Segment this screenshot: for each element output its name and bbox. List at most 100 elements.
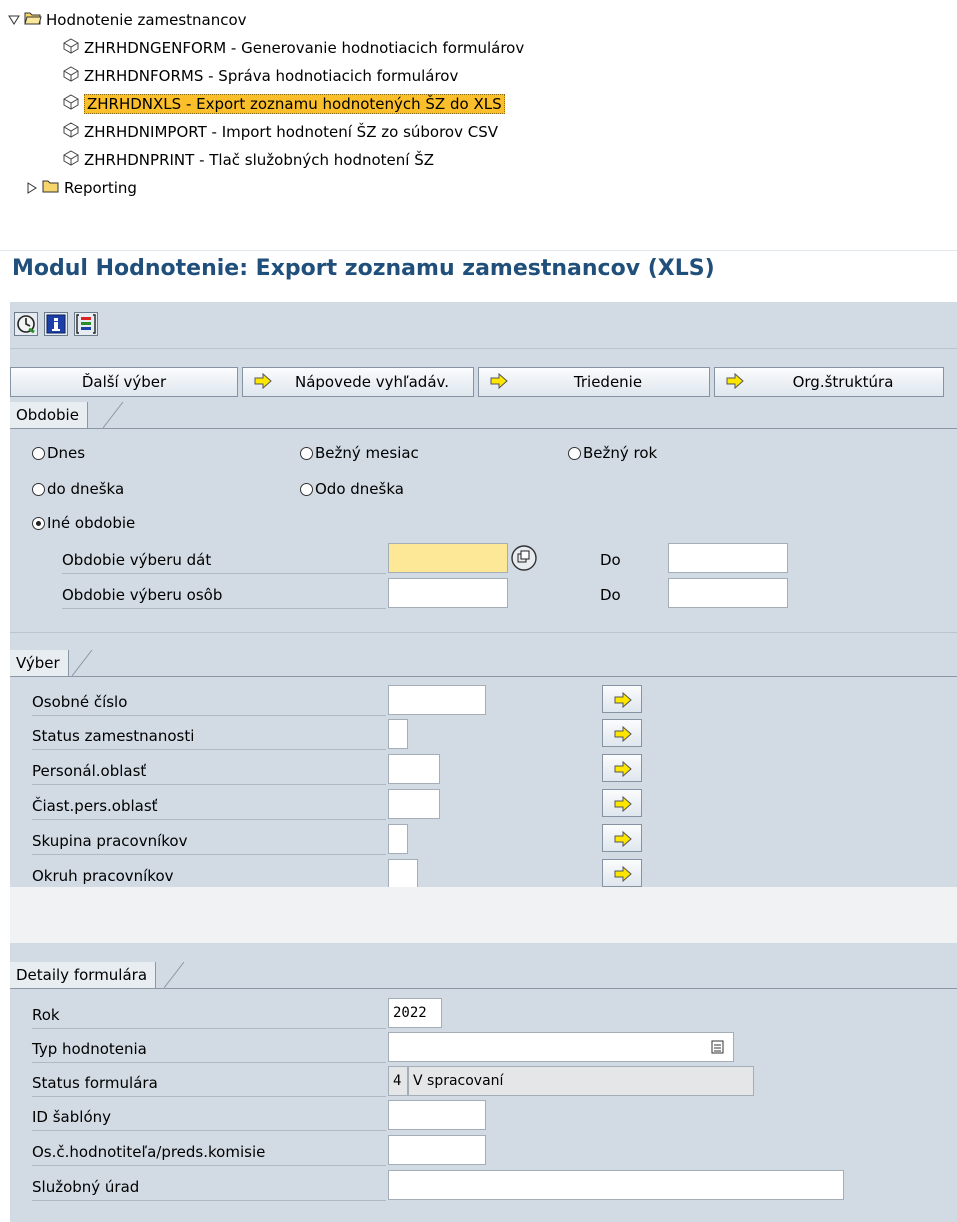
- divider: [10, 348, 957, 349]
- dropdown-list-icon[interactable]: [710, 1039, 726, 1055]
- triedenie-button[interactable]: Triedenie: [478, 367, 710, 397]
- selection-options-icon: [76, 314, 96, 334]
- multiple-selection-skupina[interactable]: [602, 824, 642, 852]
- info-button[interactable]: [44, 312, 68, 336]
- expand-closed-icon[interactable]: [26, 177, 38, 201]
- tree-next-node-partial: [0, 212, 622, 220]
- obdobie-osob-to-input[interactable]: [668, 578, 788, 608]
- radio-label: Odo dneška: [315, 480, 404, 498]
- arrow-right-icon: [614, 760, 632, 778]
- section-tab-slant: [72, 650, 93, 677]
- arrow-right-icon: [614, 830, 632, 848]
- tree-item-label: ZHRHDNXLS - Export zoznamu hodnotených Š…: [84, 94, 505, 114]
- arrow-right-icon: [489, 371, 509, 400]
- radio-label: do dneška: [47, 480, 125, 498]
- label-ciast-pers-oblast: Čiast.pers.oblasť: [32, 791, 386, 820]
- status-formulara-code: 4: [388, 1066, 408, 1096]
- label-obdobie-vyberu-osob: Obdobie výberu osôb: [62, 580, 386, 609]
- arrow-right-icon: [614, 691, 632, 709]
- tree-node-reporting[interactable]: Reporting: [26, 176, 137, 200]
- tree-item-xls[interactable]: ZHRHDNXLS - Export zoznamu hodnotených Š…: [62, 92, 505, 116]
- personal-oblast-input[interactable]: [388, 754, 440, 784]
- label-status-formulara: Status formulára: [32, 1068, 386, 1097]
- section-title-detaily: Detaily formulára: [10, 962, 157, 988]
- multiple-selection-ciast-pers-oblast[interactable]: [602, 789, 642, 817]
- arrow-right-icon: [614, 725, 632, 743]
- tree-item-forms[interactable]: ZHRHDNFORMS - Správa hodnotiacich formul…: [62, 64, 458, 88]
- tree-item-import[interactable]: ZHRHDNIMPORT - Import hodnotení ŠZ zo sú…: [62, 120, 498, 144]
- radio-do-dneska[interactable]: do dneška: [32, 477, 124, 501]
- obdobie-osob-from-input[interactable]: [388, 578, 508, 608]
- status-zamestnanosti-input[interactable]: [388, 719, 408, 749]
- ciast-pers-oblast-input[interactable]: [388, 789, 440, 819]
- radio-odo-dneska[interactable]: Odo dneška: [300, 477, 404, 501]
- divider: [10, 988, 957, 989]
- org-struktura-button[interactable]: Org.štruktúra: [714, 367, 944, 397]
- radio-label: Bežný rok: [583, 444, 658, 462]
- id-sablony-input[interactable]: [388, 1100, 486, 1130]
- multiple-selection-osobne-cislo[interactable]: [602, 685, 642, 713]
- selection-options-button[interactable]: [74, 312, 98, 336]
- radio-icon[interactable]: [300, 447, 313, 460]
- rok-input[interactable]: 2022: [388, 998, 442, 1028]
- obdobie-dat-to-input[interactable]: [668, 543, 788, 573]
- execute-button[interactable]: [14, 312, 38, 336]
- section-tab-slant: [164, 962, 185, 989]
- radio-icon[interactable]: [32, 483, 45, 496]
- hodnotitel-input[interactable]: [388, 1135, 486, 1165]
- divider: [10, 632, 957, 633]
- tree-item-genform[interactable]: ZHRHDNGENFORM - Generovanie hodnotiacich…: [62, 36, 524, 60]
- arrow-right-icon: [614, 865, 632, 883]
- tree-node-label: Hodnotenie zamestnancov: [46, 11, 247, 29]
- okruh-pracovnikov-input[interactable]: [388, 859, 418, 889]
- label-rok: Rok: [32, 1000, 386, 1029]
- label-personal-oblast: Personál.oblasť: [32, 756, 386, 785]
- execute-icon: [17, 315, 35, 334]
- status-formulara-text: V spracovaní: [408, 1066, 754, 1096]
- typ-hodnotenia-input[interactable]: [388, 1032, 734, 1062]
- label-osobne-cislo: Osobné číslo: [32, 687, 386, 716]
- transaction-icon: [62, 121, 80, 145]
- radio-icon[interactable]: [568, 447, 581, 460]
- multiple-selection-button[interactable]: [510, 544, 538, 572]
- dalsi-vyber-button[interactable]: Ďalší výber: [10, 367, 238, 397]
- multiple-selection-okruh[interactable]: [602, 859, 642, 887]
- arrow-right-icon: [614, 795, 632, 813]
- label-sluzobny-urad: Služobný úrad: [32, 1172, 386, 1201]
- tree-item-print[interactable]: ZHRHDNPRINT - Tlač služobných hodnotení …: [62, 148, 434, 172]
- arrow-right-icon: [253, 371, 273, 400]
- tree-item-label: ZHRHDNIMPORT - Import hodnotení ŠZ zo sú…: [84, 123, 499, 141]
- tree-node-label: Reporting: [64, 179, 137, 197]
- arrow-right-icon: [725, 371, 745, 400]
- radio-selected-icon[interactable]: [32, 517, 45, 530]
- skupina-pracovnikov-input[interactable]: [388, 824, 408, 854]
- label-skupina-pracovnikov: Skupina pracovníkov: [32, 826, 386, 855]
- radio-label: Iné obdobie: [47, 514, 136, 532]
- radio-bezny-rok[interactable]: Bežný rok: [568, 441, 657, 465]
- label-okruh-pracovnikov: Okruh pracovníkov: [32, 861, 386, 890]
- section-title-obdobie: Obdobie: [10, 402, 88, 428]
- tree-node-hodnotenie[interactable]: Hodnotenie zamestnancov: [8, 8, 247, 32]
- radio-icon[interactable]: [32, 447, 45, 460]
- obdobie-dat-from-input[interactable]: [388, 543, 508, 573]
- radio-bezny-mesiac[interactable]: Bežný mesiac: [300, 441, 419, 465]
- radio-icon[interactable]: [300, 483, 313, 496]
- multiple-selection-status[interactable]: [602, 719, 642, 747]
- expand-open-icon[interactable]: [8, 9, 20, 33]
- label-obdobie-vyberu-dat: Obdobie výberu dát: [62, 545, 386, 574]
- sluzobny-urad-input[interactable]: [388, 1170, 844, 1200]
- label-hodnotitel: Os.č.hodnotiteľa/preds.komisie: [32, 1137, 386, 1166]
- label-do: Do: [600, 551, 621, 569]
- radio-dnes[interactable]: Dnes: [32, 441, 85, 465]
- section-gap: [10, 887, 957, 943]
- label-do: Do: [600, 586, 621, 604]
- multiple-selection-personal-oblast[interactable]: [602, 754, 642, 782]
- folder-open-icon: [24, 9, 42, 33]
- button-label: Nápovede vyhľadáv.: [294, 373, 449, 391]
- folder-icon: [42, 177, 60, 201]
- divider: [10, 676, 957, 677]
- napovede-button[interactable]: Nápovede vyhľadáv.: [242, 367, 474, 397]
- multiple-selection-icon: [511, 545, 537, 571]
- radio-ine-obdobie[interactable]: Iné obdobie: [32, 511, 135, 535]
- osobne-cislo-input[interactable]: [388, 685, 486, 715]
